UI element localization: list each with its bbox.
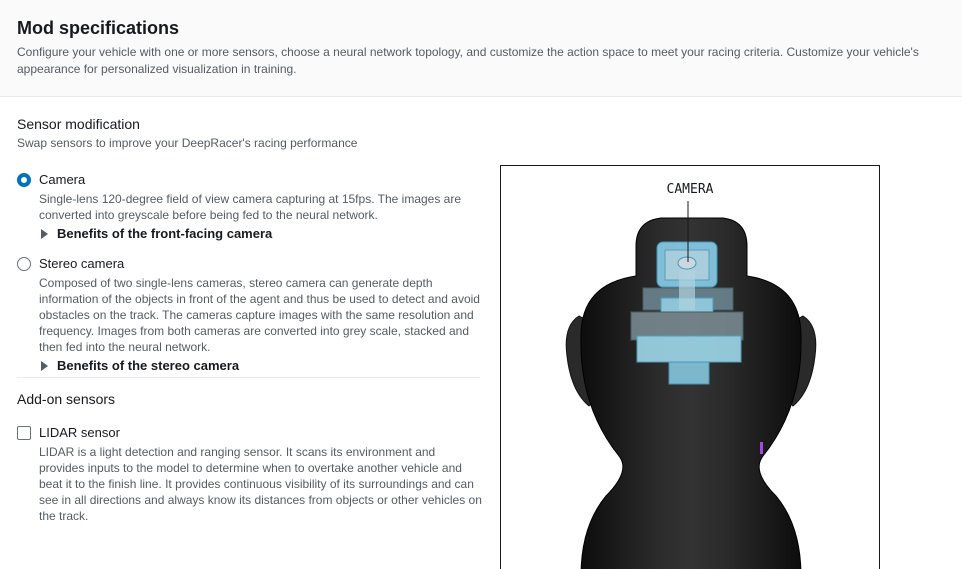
stereo-camera-option-description: Composed of two single-lens cameras, ste… — [39, 276, 480, 354]
sensor-modification-description: Swap sensors to improve your DeepRacer's… — [17, 136, 358, 150]
stereo-camera-radio[interactable] — [17, 257, 31, 271]
caret-right-icon — [41, 228, 48, 239]
lidar-checkbox[interactable] — [17, 426, 31, 440]
camera-option-label[interactable]: Camera — [39, 172, 85, 187]
stereo-camera-benefits-expander[interactable]: Benefits of the stereo camera — [41, 358, 482, 373]
visualization-label: CAMERA — [666, 182, 714, 197]
caret-right-icon — [41, 360, 48, 371]
camera-option[interactable]: Camera Single-lens 120-degree field of v… — [17, 172, 482, 241]
stereo-camera-option[interactable]: Stereo camera Composed of two single-len… — [17, 256, 482, 373]
accent-mark — [760, 442, 763, 454]
stereo-camera-option-label[interactable]: Stereo camera — [39, 256, 124, 271]
lidar-option-description: LIDAR is a light detection and ranging s… — [39, 445, 482, 523]
lidar-option-label[interactable]: LIDAR sensor — [39, 425, 120, 440]
page-header: Mod specifications Configure your vehicl… — [0, 0, 962, 97]
sensor-modification-title: Sensor modification — [17, 116, 140, 132]
camera-option-description: Single-lens 120-degree field of view cam… — [39, 192, 462, 222]
page-title: Mod specifications — [17, 18, 180, 38]
camera-radio[interactable] — [17, 173, 31, 187]
camera-benefits-expander[interactable]: Benefits of the front-facing camera — [41, 226, 482, 241]
section-divider — [17, 377, 480, 378]
lidar-option[interactable]: LIDAR sensor LIDAR is a light detection … — [17, 425, 482, 524]
addon-sensors-title: Add-on sensors — [17, 391, 116, 407]
car-illustration — [565, 201, 817, 569]
stereo-camera-benefits-label[interactable]: Benefits of the stereo camera — [57, 358, 239, 373]
camera-benefits-label[interactable]: Benefits of the front-facing camera — [57, 226, 272, 241]
page-description: Configure your vehicle with one or more … — [17, 45, 919, 76]
sensor-visualization: CAMERA — [500, 165, 880, 569]
